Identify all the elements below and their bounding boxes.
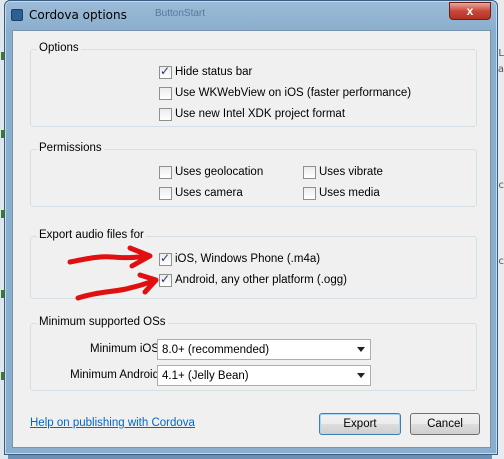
dialog-body: Options Hide status bar Use WKWebView on… <box>12 30 491 448</box>
checkbox-label: Uses geolocation <box>175 166 264 178</box>
help-publishing-link[interactable]: Help on publishing with Cordova <box>30 417 195 429</box>
title-bar[interactable]: Cordova options ButtonStart x <box>5 1 497 29</box>
checkbox-label: Use new Intel XDK project format <box>175 108 346 120</box>
app-icon <box>11 9 23 21</box>
minimum-android-value: 4.1+ (Jelly Bean) <box>162 369 249 382</box>
new-project-format-checkbox[interactable]: Use new Intel XDK project format <box>159 106 345 122</box>
background-text: L <box>498 48 504 59</box>
cancel-button[interactable]: Cancel <box>410 413 480 435</box>
checkbox-label: iOS, Windows Phone (.m4a) <box>175 253 321 265</box>
minimum-android-label: Minimum Android <box>70 369 159 381</box>
cordova-options-dialog: Cordova options ButtonStart x Options Hi… <box>4 0 498 455</box>
minimum-ios-value: 8.0+ (recommended) <box>162 343 270 356</box>
minimum-ios-select[interactable]: 8.0+ (recommended) <box>157 339 371 360</box>
minimum-os-group-title: Minimum supported OSs <box>37 316 168 328</box>
minimum-ios-label: Minimum iOS <box>89 343 159 355</box>
minimum-os-group: Minimum supported OSs Minimum iOS 8.0+ (… <box>30 316 477 391</box>
chevron-down-icon <box>357 347 365 352</box>
checkbox-box[interactable] <box>159 107 172 121</box>
permissions-group: Permissions Uses geolocation Uses vibrat… <box>30 142 477 207</box>
checkbox-box[interactable] <box>159 86 172 100</box>
uses-geolocation-checkbox[interactable]: Uses geolocation <box>159 164 263 180</box>
export-audio-group-title: Export audio files for <box>37 229 146 241</box>
checkbox-box[interactable] <box>159 272 172 287</box>
dialog-title: Cordova options <box>29 8 127 22</box>
checkbox-label: Uses vibrate <box>319 166 383 178</box>
background-window-text: ButtonStart <box>155 8 206 19</box>
ios-windows-phone-audio-checkbox[interactable]: iOS, Windows Phone (.m4a) <box>159 251 320 267</box>
checkbox-label: Uses media <box>319 187 380 199</box>
minimum-android-select[interactable]: 4.1+ (Jelly Bean) <box>157 365 371 386</box>
checkbox-label: Hide status bar <box>175 66 253 78</box>
checkbox-label: Uses camera <box>175 187 243 199</box>
export-button[interactable]: Export <box>319 413 401 435</box>
uses-camera-checkbox[interactable]: Uses camera <box>159 185 243 201</box>
options-group: Options Hide status bar Use WKWebView on… <box>30 42 477 127</box>
checkbox-box[interactable] <box>159 64 172 79</box>
uses-media-checkbox[interactable]: Uses media <box>303 185 380 201</box>
checkbox-box[interactable] <box>303 186 316 200</box>
use-wkwebview-checkbox[interactable]: Use WKWebView on iOS (faster performance… <box>159 85 411 101</box>
checkbox-box[interactable] <box>159 165 172 179</box>
permissions-group-title: Permissions <box>37 142 104 154</box>
export-audio-group: Export audio files for iOS, Windows Phon… <box>30 229 477 299</box>
checkbox-box[interactable] <box>159 186 172 200</box>
options-group-title: Options <box>37 42 81 54</box>
checkbox-box[interactable] <box>159 251 172 266</box>
checkbox-label: Android, any other platform (.ogg) <box>175 274 347 286</box>
uses-vibrate-checkbox[interactable]: Uses vibrate <box>303 164 383 180</box>
chevron-down-icon <box>357 373 365 378</box>
android-audio-checkbox[interactable]: Android, any other platform (.ogg) <box>159 272 347 288</box>
close-icon: x <box>466 4 474 18</box>
checkbox-box[interactable] <box>303 165 316 179</box>
hide-status-bar-checkbox[interactable]: Hide status bar <box>159 64 252 80</box>
checkbox-label: Use WKWebView on iOS (faster performance… <box>175 87 412 99</box>
close-button[interactable]: x <box>449 2 491 20</box>
